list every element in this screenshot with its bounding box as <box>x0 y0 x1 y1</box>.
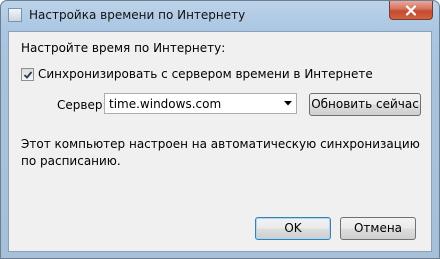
close-icon <box>405 4 417 16</box>
ok-button[interactable]: OK <box>255 217 331 240</box>
chevron-down-icon[interactable] <box>284 101 292 106</box>
title-bar[interactable]: Настройка времени по Интернету <box>1 1 439 31</box>
checkmark-icon <box>23 70 33 79</box>
server-combobox[interactable]: time.windows.com <box>104 93 297 114</box>
cancel-button[interactable]: Отмена <box>340 217 416 240</box>
dialog-heading: Настройте время по Интернету: <box>21 41 226 55</box>
server-label: Сервер: <box>57 98 107 112</box>
server-value[interactable]: time.windows.com <box>109 97 221 111</box>
dialog-window: Настройка времени по Интернету Настройте… <box>0 0 440 259</box>
close-button[interactable] <box>389 1 433 20</box>
sync-checkbox[interactable] <box>21 67 34 81</box>
sync-info-text: Этот компьютер настроен на автоматическу… <box>21 137 420 168</box>
sync-option[interactable]: Синхронизировать с сервером времени в Ин… <box>21 67 373 81</box>
window-title: Настройка времени по Интернету <box>29 8 246 22</box>
update-now-button[interactable]: Обновить сейчас <box>309 93 421 116</box>
window-icon <box>8 8 22 22</box>
sync-checkbox-label: Синхронизировать с сервером времени в Ин… <box>38 67 373 81</box>
dialog-content: Настройте время по Интернету: Синхронизи… <box>8 31 432 252</box>
